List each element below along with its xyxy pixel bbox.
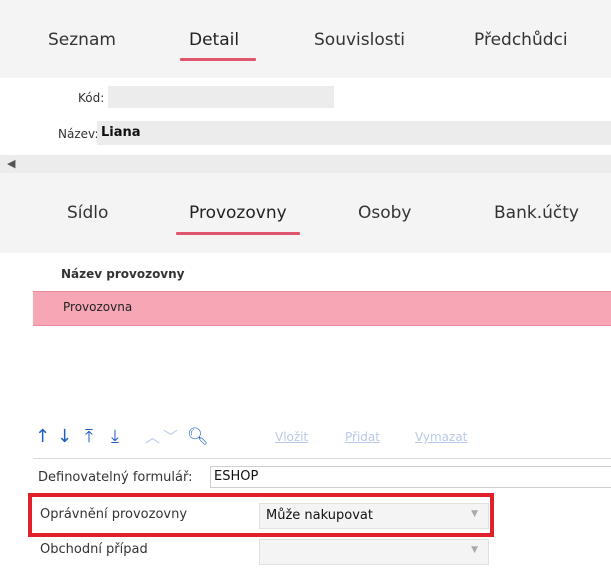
tab-osoby[interactable]: Osoby bbox=[358, 203, 412, 223]
move-top-icon[interactable]: ⤒ bbox=[85, 427, 93, 447]
divider bbox=[33, 458, 611, 459]
chevron-up-icon[interactable]: ︿ bbox=[145, 427, 160, 447]
obchodni-pripad-label: Obchodní případ bbox=[40, 542, 148, 557]
kod-label: Kód: bbox=[78, 91, 105, 105]
table-row[interactable]: Provozovna bbox=[33, 291, 611, 326]
nazev-field[interactable]: Liana bbox=[97, 121, 611, 145]
pridat-button[interactable]: Přidat bbox=[345, 430, 380, 444]
row-cell-nazev: Provozovna bbox=[63, 300, 133, 314]
tab-provozovny[interactable]: Provozovny bbox=[189, 203, 287, 223]
scroll-left-icon[interactable]: ◀ bbox=[7, 157, 15, 170]
tab-predchudci[interactable]: Předchůdci bbox=[474, 30, 568, 50]
tab-detail[interactable]: Detail bbox=[189, 30, 239, 50]
horizontal-scrollbar[interactable]: ◀ bbox=[0, 155, 611, 173]
definovatelny-formular-field[interactable]: ESHOP bbox=[210, 466, 611, 488]
tab-bank-ucty[interactable]: Bank.účty bbox=[494, 203, 579, 223]
column-header-nazev-provozovny[interactable]: Název provozovny bbox=[61, 267, 185, 281]
highlight-box bbox=[28, 493, 494, 537]
tab-provozovny-underline bbox=[176, 232, 300, 235]
arrow-up-icon[interactable]: ↑ bbox=[35, 427, 50, 447]
vlozit-button[interactable]: Vložit bbox=[275, 430, 308, 444]
definovatelny-formular-label: Definovatelný formulář: bbox=[38, 470, 193, 485]
move-bottom-icon[interactable]: ⤓ bbox=[111, 427, 119, 447]
definovatelny-formular-value: ESHOP bbox=[214, 469, 259, 484]
tab-souvislosti[interactable]: Souvislosti bbox=[314, 30, 405, 50]
nazev-label: Název: bbox=[58, 127, 99, 141]
vymazat-button[interactable]: Vymazat bbox=[415, 430, 467, 444]
tab-sidlo[interactable]: Sídlo bbox=[67, 203, 108, 223]
obchodni-pripad-select[interactable]: ▼ bbox=[259, 539, 489, 565]
nazev-value: Liana bbox=[101, 125, 141, 140]
tab-detail-underline bbox=[180, 58, 256, 61]
tab-seznam[interactable]: Seznam bbox=[48, 30, 116, 50]
search-icon[interactable]: 🔍︎ bbox=[187, 427, 209, 447]
kod-field[interactable] bbox=[108, 86, 334, 108]
chevron-down-icon[interactable]: ▼ bbox=[471, 545, 478, 555]
chevron-down-icon[interactable]: ﹀ bbox=[163, 427, 178, 447]
arrow-down-icon[interactable]: ↓ bbox=[57, 427, 72, 447]
